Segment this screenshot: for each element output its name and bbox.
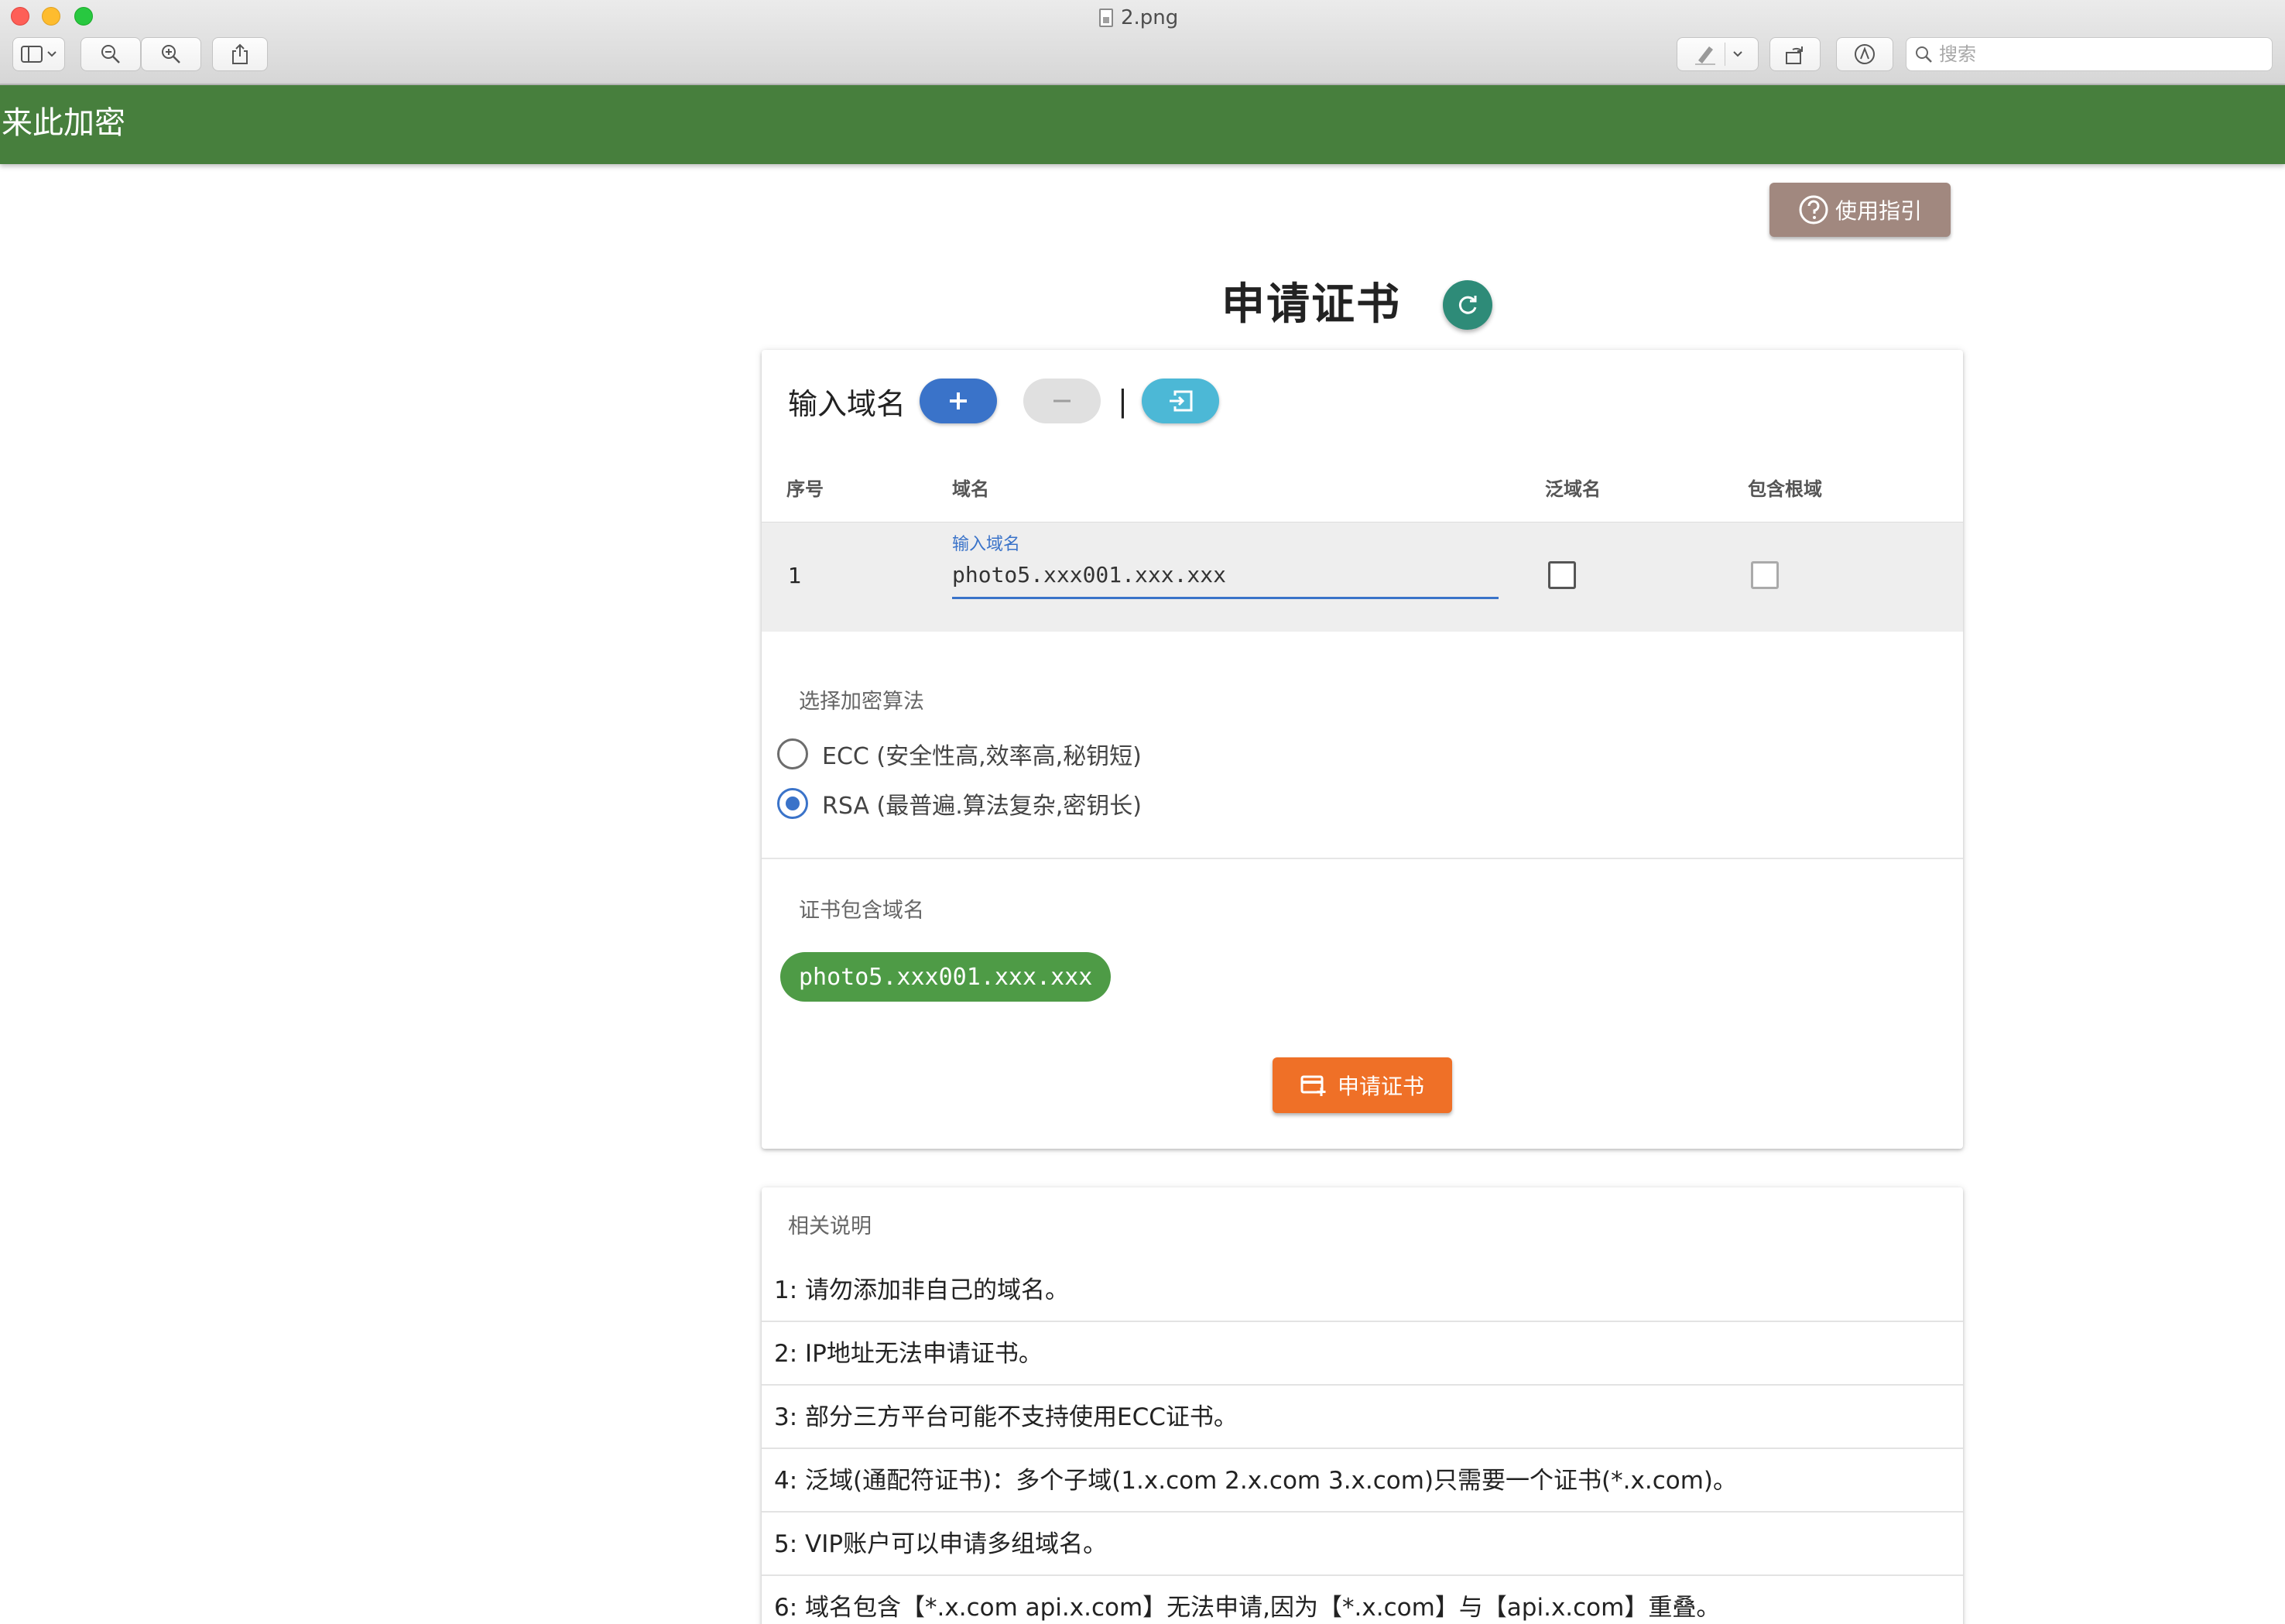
rsa-option-label: RSA (最普遍.算法复杂,密钥长)	[822, 793, 1142, 820]
import-domains-button[interactable]	[1141, 379, 1219, 423]
cert-domains-label: 证书包含域名	[799, 899, 924, 923]
ecc-option-label: ECC (安全性高,效率高,秘钥短)	[822, 743, 1142, 770]
close-window-button[interactable]	[11, 7, 29, 26]
domain-input-toolbar: 输入域名 |	[788, 378, 1219, 424]
column-header-wildcard: 泛域名	[1545, 478, 1601, 500]
chevron-down-icon	[47, 51, 57, 57]
pen-icon	[1694, 46, 1715, 65]
row-index: 1	[788, 563, 802, 588]
algorithm-option-ecc[interactable]: ECC (安全性高,效率高,秘钥短)	[777, 737, 1142, 771]
column-header-include-root: 包含根域	[1748, 478, 1822, 500]
help-icon	[1799, 195, 1828, 224]
minus-icon	[1053, 399, 1071, 403]
column-header-domain: 域名	[952, 478, 989, 500]
zoom-out-icon	[101, 45, 120, 63]
markup-icon	[1855, 44, 1875, 64]
list-item: 6: 域名包含【*.x.com api.x.com】无法申请,因为【*.x.co…	[762, 1576, 1963, 1624]
list-item: 1: 请勿添加非自己的域名。	[762, 1259, 1963, 1322]
window-title-text: 2.png	[1121, 6, 1179, 29]
notes-title: 相关说明	[788, 1215, 872, 1239]
domain-input-underline	[952, 597, 1499, 599]
table-row: 1 输入域名	[762, 522, 1963, 632]
apply-card: 输入域名 | 序号 域名 泛域名 包含根域 1 输入域名 选择加密算法 ECC …	[762, 350, 1963, 1149]
window-title: 2.png	[1099, 5, 1178, 31]
notes-card: 相关说明 1: 请勿添加非自己的域名。 2: IP地址无法申请证书。 3: 部分…	[762, 1187, 1963, 1624]
algorithm-option-rsa[interactable]: RSA (最普遍.算法复杂,密钥长)	[777, 786, 1142, 821]
wildcard-checkbox[interactable]	[1548, 561, 1576, 589]
refresh-button[interactable]	[1443, 280, 1492, 330]
rsa-radio[interactable]	[777, 788, 808, 819]
algorithm-label: 选择加密算法	[799, 690, 924, 714]
list-item: 3: 部分三方平台可能不支持使用ECC证书。	[762, 1386, 1963, 1449]
share-button[interactable]	[212, 37, 268, 71]
guide-button-label: 使用指引	[1835, 198, 1922, 224]
minimize-window-button[interactable]	[42, 7, 60, 26]
import-icon	[1169, 390, 1193, 412]
zoom-window-button[interactable]	[74, 7, 93, 26]
section-divider	[762, 858, 1963, 859]
domain-input-label: 输入域名	[788, 386, 906, 421]
domain-input[interactable]	[952, 555, 1499, 594]
document-icon	[1099, 9, 1113, 27]
window-titlebar: 2.png	[0, 0, 2285, 85]
chevron-down-icon	[1732, 51, 1742, 57]
list-item: 4: 泛域(通配符证书)：多个子域(1.x.com 2.x.com 3.x.co…	[762, 1449, 1963, 1513]
sidebar-toggle-button[interactable]	[12, 37, 65, 71]
search-input[interactable]	[1939, 43, 2249, 65]
zoom-in-icon	[162, 45, 180, 63]
zoom-in-button[interactable]	[141, 37, 201, 71]
rotate-icon	[1786, 46, 1803, 64]
apply-button-label: 申请证书	[1337, 1074, 1424, 1099]
app-title[interactable]: 来此加密	[2, 98, 125, 142]
guide-button[interactable]: 使用指引	[1769, 183, 1951, 237]
cert-domain-chip[interactable]: photo5.xxx001.xxx.xxx	[780, 952, 1112, 1002]
include-root-checkbox[interactable]	[1751, 561, 1779, 589]
remove-domain-button[interactable]	[1023, 379, 1101, 423]
search-icon	[1916, 46, 1932, 63]
card-add-icon	[1300, 1075, 1326, 1096]
apply-certificate-button[interactable]: 申请证书	[1273, 1057, 1452, 1113]
list-item: 5: VIP账户可以申请多组域名。	[762, 1513, 1963, 1576]
sidebar-icon	[21, 46, 43, 63]
zoom-out-button[interactable]	[81, 37, 141, 71]
markup-pen-button[interactable]	[1677, 37, 1759, 71]
annotate-button[interactable]	[1836, 37, 1893, 71]
ecc-radio[interactable]	[777, 738, 808, 769]
refresh-icon	[1458, 296, 1477, 314]
domain-field-label: 输入域名	[952, 535, 1021, 554]
column-header-index: 序号	[786, 478, 824, 500]
app-header: 来此加密	[0, 85, 2285, 164]
list-item: 2: IP地址无法申请证书。	[762, 1322, 1963, 1386]
add-domain-button[interactable]	[920, 379, 998, 423]
page-title: 申请证书	[1221, 279, 1401, 330]
search-field[interactable]	[1906, 37, 2273, 71]
share-icon	[232, 43, 248, 64]
plus-icon	[950, 392, 968, 409]
rotate-button[interactable]	[1769, 37, 1821, 71]
toolbar-separator: |	[1118, 384, 1128, 418]
